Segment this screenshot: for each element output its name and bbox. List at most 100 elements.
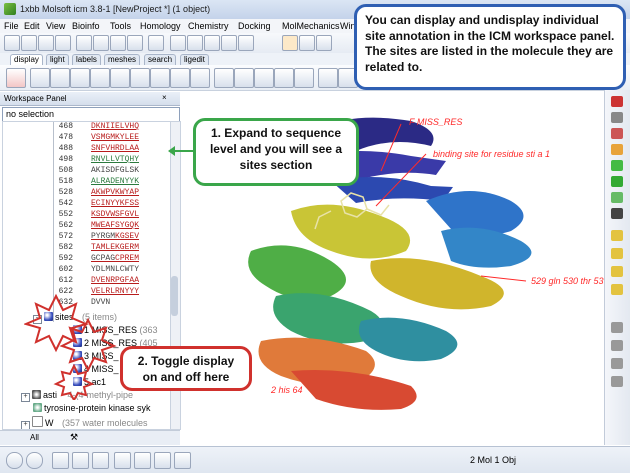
sequence-text: PYRGMKGSEV xyxy=(91,232,139,241)
atom-color-icon[interactable] xyxy=(234,68,254,88)
table-icon[interactable] xyxy=(299,35,315,51)
residue-number: 572 xyxy=(58,232,73,241)
sequence-prefix: PYRGM xyxy=(91,232,116,241)
camera-icon[interactable] xyxy=(127,35,143,51)
kinase-node[interactable]: tyrosine-protein kinase syk xyxy=(33,403,151,413)
reset-icon[interactable] xyxy=(204,35,220,51)
residue-color-icon[interactable] xyxy=(274,68,294,88)
menu-docking[interactable]: Docking xyxy=(238,21,271,31)
tab-display[interactable]: display xyxy=(10,54,43,65)
save-icon[interactable] xyxy=(38,35,54,51)
open-icon[interactable] xyxy=(21,35,37,51)
residue-number: 498 xyxy=(58,155,73,164)
zoom-fit-icon[interactable] xyxy=(611,340,623,351)
residue-number: 528 xyxy=(58,188,73,197)
rotate-view-icon[interactable] xyxy=(611,358,623,369)
menu-view[interactable]: View xyxy=(46,21,65,31)
hbond-icon[interactable] xyxy=(170,68,190,88)
select-icon[interactable] xyxy=(148,35,164,51)
film-icon[interactable] xyxy=(154,452,171,469)
color-icon[interactable] xyxy=(214,68,234,88)
ribbon-icon[interactable] xyxy=(90,68,110,88)
record-icon[interactable] xyxy=(26,452,43,469)
surface-icon[interactable] xyxy=(110,68,130,88)
panel-close-icon[interactable]: × xyxy=(162,93,167,102)
align-middle-icon[interactable] xyxy=(611,248,623,259)
tab-ligedit[interactable]: ligedit xyxy=(180,54,209,65)
fdb-icon[interactable] xyxy=(282,35,298,51)
status-bar: 2 Mol 1 Obj xyxy=(0,446,630,473)
menu-chemistry[interactable]: Chemistry xyxy=(188,21,229,31)
as-icon[interactable] xyxy=(611,208,623,219)
menu-homology[interactable]: Homology xyxy=(140,21,181,31)
top-info-text: You can display and undisplay individual… xyxy=(365,13,615,74)
rotate-icon[interactable] xyxy=(187,35,203,51)
app-icon xyxy=(4,3,16,15)
menu-molmechanics[interactable]: MolMechanics xyxy=(282,21,340,31)
stack-icon[interactable] xyxy=(611,284,623,295)
status-objects: 2 Mol 1 Obj xyxy=(470,455,517,465)
redo-icon[interactable] xyxy=(93,35,109,51)
sequence-text: RNVLLVTQHY xyxy=(91,155,140,164)
tab-all[interactable]: All xyxy=(30,433,39,442)
zoom-icon[interactable] xyxy=(611,112,623,123)
tab-labels[interactable]: labels xyxy=(72,54,101,65)
clip-icon[interactable] xyxy=(318,68,338,88)
undo-view-icon[interactable] xyxy=(611,322,623,333)
residue-number: 478 xyxy=(58,133,73,142)
cursor-icon[interactable] xyxy=(134,452,151,469)
green-dot-icon[interactable] xyxy=(611,192,623,203)
move-icon[interactable] xyxy=(170,35,186,51)
color-box-icon[interactable] xyxy=(611,160,623,171)
chain-color-icon[interactable] xyxy=(294,68,314,88)
refresh-icon[interactable] xyxy=(611,176,623,187)
layout-icon[interactable] xyxy=(92,452,109,469)
pick-icon[interactable] xyxy=(611,96,623,107)
tab-search[interactable]: search xyxy=(144,54,177,65)
window-title: 1xbb Molsoft icm 3.8-1 [NewProject *] (1… xyxy=(20,4,211,14)
cpk-icon[interactable] xyxy=(70,68,90,88)
scrollbar-thumb[interactable] xyxy=(171,276,178,316)
menu-bioinfo[interactable]: Bioinfo xyxy=(72,21,100,31)
menu-tools[interactable]: Tools xyxy=(110,21,131,31)
stop-icon[interactable] xyxy=(6,452,23,469)
residue-number: 612 xyxy=(58,276,73,285)
toggle-callout: 2. Toggle display on and off here xyxy=(120,346,252,391)
settings-icon[interactable] xyxy=(55,35,71,51)
clip-front-icon[interactable] xyxy=(611,128,623,139)
undo-icon[interactable] xyxy=(76,35,92,51)
skin-icon[interactable] xyxy=(130,68,150,88)
align-top-icon[interactable] xyxy=(611,230,623,241)
expand-icon[interactable]: + xyxy=(21,421,30,429)
xstick-icon[interactable] xyxy=(150,68,170,88)
selection-value: no selection xyxy=(6,109,55,119)
stick-icon[interactable] xyxy=(30,68,50,88)
screen-icon[interactable] xyxy=(52,452,69,469)
residue-number: 592 xyxy=(58,254,73,263)
residue-number: 552 xyxy=(58,210,73,219)
tab-meshes[interactable]: meshes xyxy=(104,54,141,65)
tools-tab-icon[interactable]: ⚒ xyxy=(70,432,78,443)
menu-file[interactable]: File xyxy=(4,21,19,31)
light-icon[interactable] xyxy=(611,144,623,155)
water-node[interactable]: + W (357 water molecules xyxy=(21,416,148,429)
menu-edit[interactable]: Edit xyxy=(24,21,40,31)
selection-field[interactable]: no selection xyxy=(2,107,180,122)
hand-icon[interactable] xyxy=(611,376,623,387)
window-icon[interactable] xyxy=(72,452,89,469)
his-label: 2 his 64 xyxy=(271,385,303,395)
filter-icon[interactable] xyxy=(238,35,254,51)
new-icon[interactable] xyxy=(4,35,20,51)
print-icon[interactable] xyxy=(110,35,126,51)
gear-icon[interactable] xyxy=(114,452,131,469)
ball-icon[interactable] xyxy=(50,68,70,88)
help-icon[interactable] xyxy=(174,452,191,469)
water-desc: (357 water molecules xyxy=(62,418,148,428)
html-icon[interactable] xyxy=(316,35,332,51)
wire-icon[interactable] xyxy=(6,68,26,88)
search-icon[interactable] xyxy=(221,35,237,51)
tab-light[interactable]: light xyxy=(46,54,69,65)
label-icon[interactable] xyxy=(190,68,210,88)
align-bottom-icon[interactable] xyxy=(611,266,623,277)
ss-color-icon[interactable] xyxy=(254,68,274,88)
